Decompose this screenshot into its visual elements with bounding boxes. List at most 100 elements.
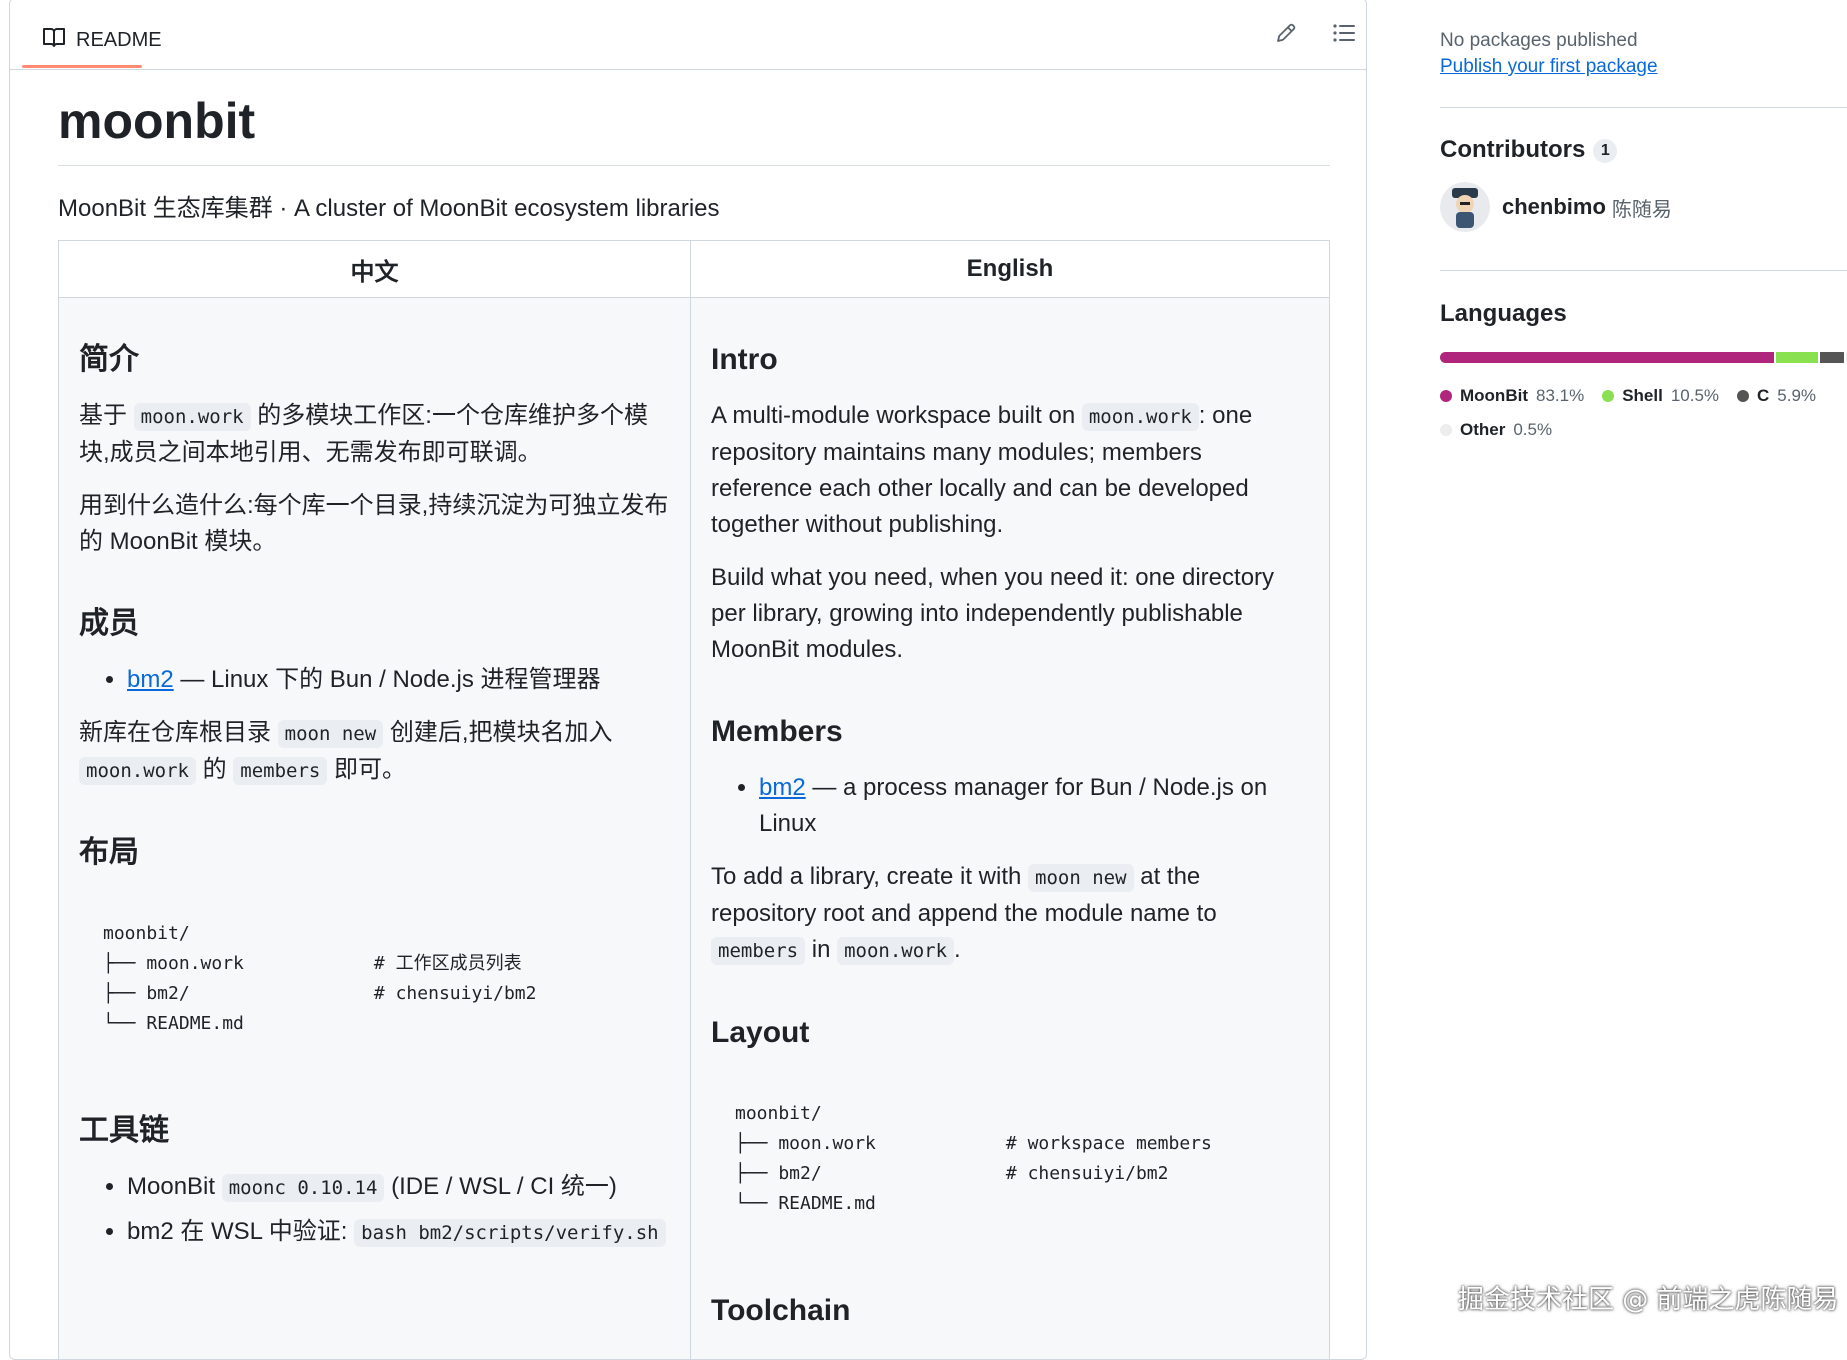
watermark-text: 掘金技术社区 @ 前端之虎陈随易 — [1458, 1285, 1839, 1315]
text: in — [805, 936, 838, 963]
text: 创建后,把模块名加入 — [389, 719, 613, 746]
section-heading-toolchain-en: Toolchain — [711, 1294, 851, 1327]
inline-code: members — [711, 937, 806, 965]
list-item: bm2 在 WSL 中验证: bash bm2/scripts/verify.s… — [127, 1214, 670, 1251]
add-library-paragraph-en: To add a library, create it with moon ne… — [711, 859, 1309, 969]
language-columns-table: 中文 English 简介 基于 moon.work 的多模块工作区:一个仓库维… — [58, 240, 1330, 1360]
languages-section: Languages — [1440, 300, 1847, 328]
section-heading-intro-en: Intro — [711, 343, 778, 376]
language-color-dot — [1602, 390, 1615, 402]
packages-section: No packages published Publish your first… — [1440, 30, 1847, 78]
language-item-moonbit[interactable]: MoonBit 83.1% — [1440, 380, 1584, 412]
language-color-dot — [1440, 424, 1452, 436]
section-heading-layout-en: Layout — [711, 1016, 810, 1049]
page-title: moonbit — [58, 85, 1330, 166]
layout-code-block-en: moonbit/ ├── moon.work # workspace membe… — [735, 1103, 1212, 1214]
language-item-other[interactable]: Other 0.5% — [1440, 414, 1552, 446]
contributors-heading-label: Contributors — [1440, 136, 1586, 163]
language-color-dot — [1737, 390, 1750, 402]
text: (IDE / WSL / CI 统一) — [384, 1173, 617, 1200]
text: — Linux 下的 Bun / Node.js 进程管理器 — [173, 666, 601, 693]
tab-readme-label: README — [76, 28, 162, 51]
active-tab-indicator — [22, 65, 142, 68]
language-bar-segment-c[interactable] — [1820, 352, 1844, 363]
members-list-en: bm2 — a process manager for Bun / Node.j… — [711, 770, 1309, 842]
text: A multi-module workspace built on — [711, 402, 1082, 429]
language-percent: 0.5% — [1513, 420, 1553, 439]
contributors-count-badge: 1 — [1593, 139, 1618, 163]
text: bm2 在 WSL 中验证: — [127, 1218, 355, 1245]
list-item: bm2 — Linux 下的 Bun / Node.js 进程管理器 — [127, 662, 670, 698]
text: 新库在仓库根目录 — [79, 719, 271, 746]
column-header-english: English — [690, 240, 1330, 298]
text: To add a library, create it with — [711, 863, 1029, 890]
intro-paragraph-en: A multi-module workspace built on moon.w… — [711, 398, 1309, 543]
sidebar-divider — [1440, 107, 1847, 108]
english-column: Intro A multi-module workspace built on … — [690, 297, 1330, 1360]
inline-code: moonc 0.10.14 — [221, 1174, 385, 1202]
contributor-row[interactable]: chenbimo 陈随易 — [1440, 182, 1847, 232]
member-link-bm2[interactable]: bm2 — [759, 774, 806, 801]
language-name: MoonBit — [1460, 386, 1528, 405]
section-heading-intro-zh: 简介 — [79, 343, 139, 376]
readme-panel: README moonbit MoonBit 生态库集群 · A cluster… — [9, 0, 1367, 1360]
inline-code: moon.work — [837, 937, 955, 965]
language-name: C — [1757, 386, 1770, 405]
language-percent: 5.9% — [1777, 386, 1817, 405]
inline-code: bash bm2/scripts/verify.sh — [354, 1219, 666, 1247]
text: MoonBit — [127, 1173, 222, 1200]
inline-code: moon new — [277, 720, 384, 748]
text: 基于 — [79, 402, 127, 429]
sidebar-divider — [1440, 270, 1847, 271]
language-bar-segment-moonbit[interactable] — [1440, 352, 1775, 363]
list-icon — [1332, 22, 1356, 49]
chinese-column: 简介 基于 moon.work 的多模块工作区:一个仓库维护多个模块,成员之间本… — [58, 297, 691, 1360]
edit-button[interactable] — [1270, 19, 1302, 51]
text: 即可。 — [334, 756, 407, 783]
text: . — [954, 936, 961, 963]
language-percent: 10.5% — [1670, 386, 1720, 405]
intro-paragraph-zh: 基于 moon.work 的多模块工作区:一个仓库维护多个模块,成员之间本地引用… — [79, 398, 670, 471]
language-color-dot — [1440, 390, 1452, 402]
avatar[interactable] — [1440, 182, 1490, 232]
toolchain-list-zh: MoonBit moonc 0.10.14 (IDE / WSL / CI 统一… — [79, 1169, 670, 1251]
publish-package-link[interactable]: Publish your first package — [1440, 56, 1847, 78]
column-header-chinese: 中文 — [58, 240, 691, 298]
intro-paragraph2-en: Build what you need, when you need it: o… — [711, 564, 1275, 663]
languages-list: MoonBit 83.1% Shell 10.5% C 5.9% Other 0.5% — [1440, 380, 1840, 448]
members-list-zh: bm2 — Linux 下的 Bun / Node.js 进程管理器 — [79, 662, 670, 698]
language-percent: 83.1% — [1535, 386, 1585, 405]
contributor-login[interactable]: chenbimo — [1502, 194, 1606, 220]
contributor-name: 陈随易 — [1611, 198, 1672, 221]
section-heading-members-zh: 成员 — [79, 607, 139, 640]
book-icon — [42, 26, 66, 54]
section-heading-members-en: Members — [711, 715, 843, 748]
readme-header: README — [10, 0, 1366, 70]
language-bar-segment-shell[interactable] — [1776, 352, 1819, 363]
member-link-bm2[interactable]: bm2 — [127, 666, 174, 693]
packages-empty-text: No packages published — [1440, 30, 1638, 51]
list-item: bm2 — a process manager for Bun / Node.j… — [759, 770, 1309, 842]
list-item: MoonBit moonc 0.10.14 (IDE / WSL / CI 统一… — [127, 1169, 670, 1206]
text: 的 — [202, 756, 227, 783]
text: — a process manager for Bun / Node.js on… — [759, 774, 1268, 837]
contributors-section: Contributors 1 chenbimo 陈随易 — [1440, 136, 1847, 232]
language-name: Shell — [1622, 386, 1663, 405]
add-library-paragraph-zh: 新库在仓库根目录 moon new 创建后,把模块名加入 moon.work 的… — [79, 715, 670, 789]
readme-content: moonbit MoonBit 生态库集群 · A cluster of Moo… — [58, 69, 1330, 223]
pencil-icon — [1275, 22, 1297, 49]
inline-code: moon.work — [133, 403, 251, 431]
section-heading-toolchain-zh: 工具链 — [79, 1114, 169, 1147]
language-name: Other — [1460, 420, 1506, 439]
contributors-heading[interactable]: Contributors 1 — [1440, 136, 1847, 164]
languages-heading: Languages — [1440, 300, 1567, 327]
language-item-shell[interactable]: Shell 10.5% — [1602, 380, 1719, 412]
inline-code: moon.work — [1081, 403, 1199, 431]
inline-code: moon.work — [79, 757, 196, 785]
languages-bar — [1440, 352, 1847, 363]
intro-paragraph2-zh: 用到什么造什么:每个库一个目录,持续沉淀为可独立发布的 MoonBit 模块。 — [79, 492, 669, 555]
language-item-c[interactable]: C 5.9% — [1737, 380, 1816, 412]
outline-button[interactable] — [1328, 19, 1360, 51]
tab-readme[interactable]: README — [32, 11, 172, 69]
layout-code-block-zh: moonbit/ ├── moon.work # 工作区成员列表 ├── bm2… — [103, 923, 537, 1034]
